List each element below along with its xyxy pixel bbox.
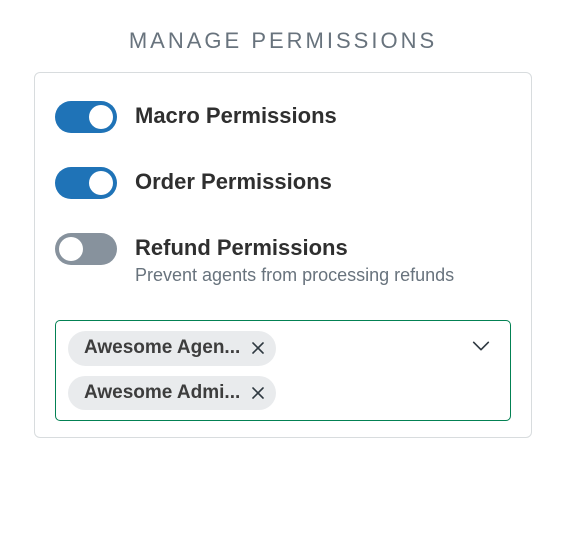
toggle-knob [59,237,83,261]
selected-tag: Awesome Admi... [68,376,276,411]
permission-row: Refund Permissions Prevent agents from p… [55,233,511,286]
remove-tag-button[interactable] [250,340,266,356]
permission-label: Macro Permissions [135,102,337,130]
page-title: MANAGE PERMISSIONS [34,28,532,54]
close-icon [252,387,264,399]
permission-description: Prevent agents from processing refunds [135,264,454,287]
permissions-card: Macro Permissions Order Permissions Refu… [34,72,532,438]
toggle-knob [89,105,113,129]
roles-multiselect[interactable]: Awesome Agen... Awesome Admi... [55,320,511,421]
order-permissions-toggle[interactable] [55,167,117,199]
tag-label: Awesome Agen... [84,335,240,362]
refund-permissions-toggle[interactable] [55,233,117,265]
close-icon [252,342,264,354]
chevron-down-icon[interactable] [470,335,492,362]
permission-label: Refund Permissions [135,234,454,262]
permission-row: Macro Permissions [55,101,511,133]
tag-label: Awesome Admi... [84,380,240,407]
permission-label: Order Permissions [135,168,332,196]
toggle-knob [89,171,113,195]
selected-tag: Awesome Agen... [68,331,276,366]
remove-tag-button[interactable] [250,385,266,401]
permission-row: Order Permissions [55,167,511,199]
macro-permissions-toggle[interactable] [55,101,117,133]
